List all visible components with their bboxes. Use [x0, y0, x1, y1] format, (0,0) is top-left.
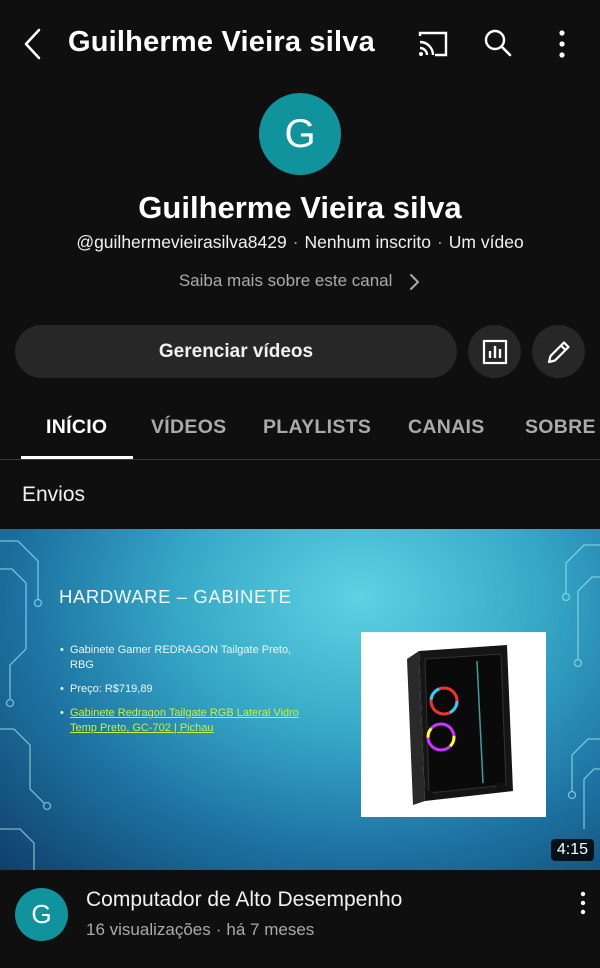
- video-duration: 4:15: [550, 839, 594, 861]
- slide-link: Gabinete Redragon Tailgate RGB Lateral V…: [70, 707, 299, 734]
- view-count: 16 visualizações: [86, 920, 211, 939]
- chevron-right-icon: [410, 273, 420, 290]
- product-image: [361, 632, 546, 817]
- channel-meta: @guilhermevieirasilva8429 · Nenhum inscrit…: [0, 232, 600, 253]
- pc-case-image: [406, 644, 513, 805]
- top-app-bar: Guilherme Vieira silva: [0, 0, 600, 90]
- edit-channel-button[interactable]: [532, 325, 585, 378]
- video-channel-avatar[interactable]: G: [15, 888, 68, 941]
- more-vert-icon[interactable]: [552, 28, 572, 60]
- meta-separator: ·: [436, 232, 443, 252]
- slide-bullet: Preço: R$719,89: [60, 682, 310, 697]
- meta-separator: ·: [292, 232, 299, 252]
- video-thumbnail[interactable]: HARDWARE – GABINETE Gabinete Gamer REDRA…: [0, 529, 600, 870]
- pencil-icon: [547, 340, 570, 363]
- channel-handle: @guilhermevieirasilva8429: [76, 232, 287, 252]
- meta-separator: ·: [215, 920, 222, 939]
- cast-icon[interactable]: [416, 28, 450, 60]
- slide-bullet: Gabinete Gamer REDRAGON Tailgate Preto, …: [60, 643, 310, 673]
- upload-age: há 7 meses: [226, 920, 315, 939]
- back-icon[interactable]: [18, 24, 48, 64]
- tab-playlists[interactable]: PLAYLISTS: [263, 416, 371, 439]
- tab-canais[interactable]: CANAIS: [408, 416, 485, 439]
- channel-name: Guilherme Vieira silva: [138, 190, 462, 225]
- more-about-link[interactable]: Saiba mais sobre este canal: [0, 271, 600, 292]
- slide-bullets: Gabinete Gamer REDRAGON Tailgate Preto, …: [60, 643, 310, 745]
- tab-videos[interactable]: VÍDEOS: [151, 416, 227, 439]
- active-tab-indicator: [21, 456, 133, 459]
- video-more-icon[interactable]: [575, 890, 591, 916]
- page-title: Guilherme Vieira silva: [68, 26, 375, 58]
- search-icon[interactable]: [482, 27, 514, 59]
- slide-bullet: Gabinete Redragon Tailgate RGB Lateral V…: [60, 706, 310, 736]
- channel-page: Guilherme Vieira silva G Guilherme Vieir…: [0, 0, 600, 968]
- video-count: Um vídeo: [448, 232, 524, 252]
- tab-sobre[interactable]: SOBRE: [525, 416, 596, 439]
- channel-avatar[interactable]: G: [259, 93, 341, 175]
- video-meta: 16 visualizações · há 7 meses: [86, 920, 314, 940]
- more-about-label: Saiba mais sobre este canal: [178, 271, 393, 290]
- analytics-icon: [482, 339, 507, 364]
- subscriber-count: Nenhum inscrito: [304, 232, 431, 252]
- tab-inicio[interactable]: INÍCIO: [46, 416, 107, 439]
- slide-heading: HARDWARE – GABINETE: [59, 586, 292, 607]
- section-title: Envios: [22, 483, 86, 506]
- video-title[interactable]: Computador de Alto Desempenho: [86, 888, 402, 912]
- channel-tabs: INÍCIO VÍDEOS PLAYLISTS CANAIS SOBRE: [0, 400, 600, 460]
- analytics-button[interactable]: [468, 325, 521, 378]
- manage-videos-button[interactable]: Gerenciar vídeos: [15, 325, 457, 378]
